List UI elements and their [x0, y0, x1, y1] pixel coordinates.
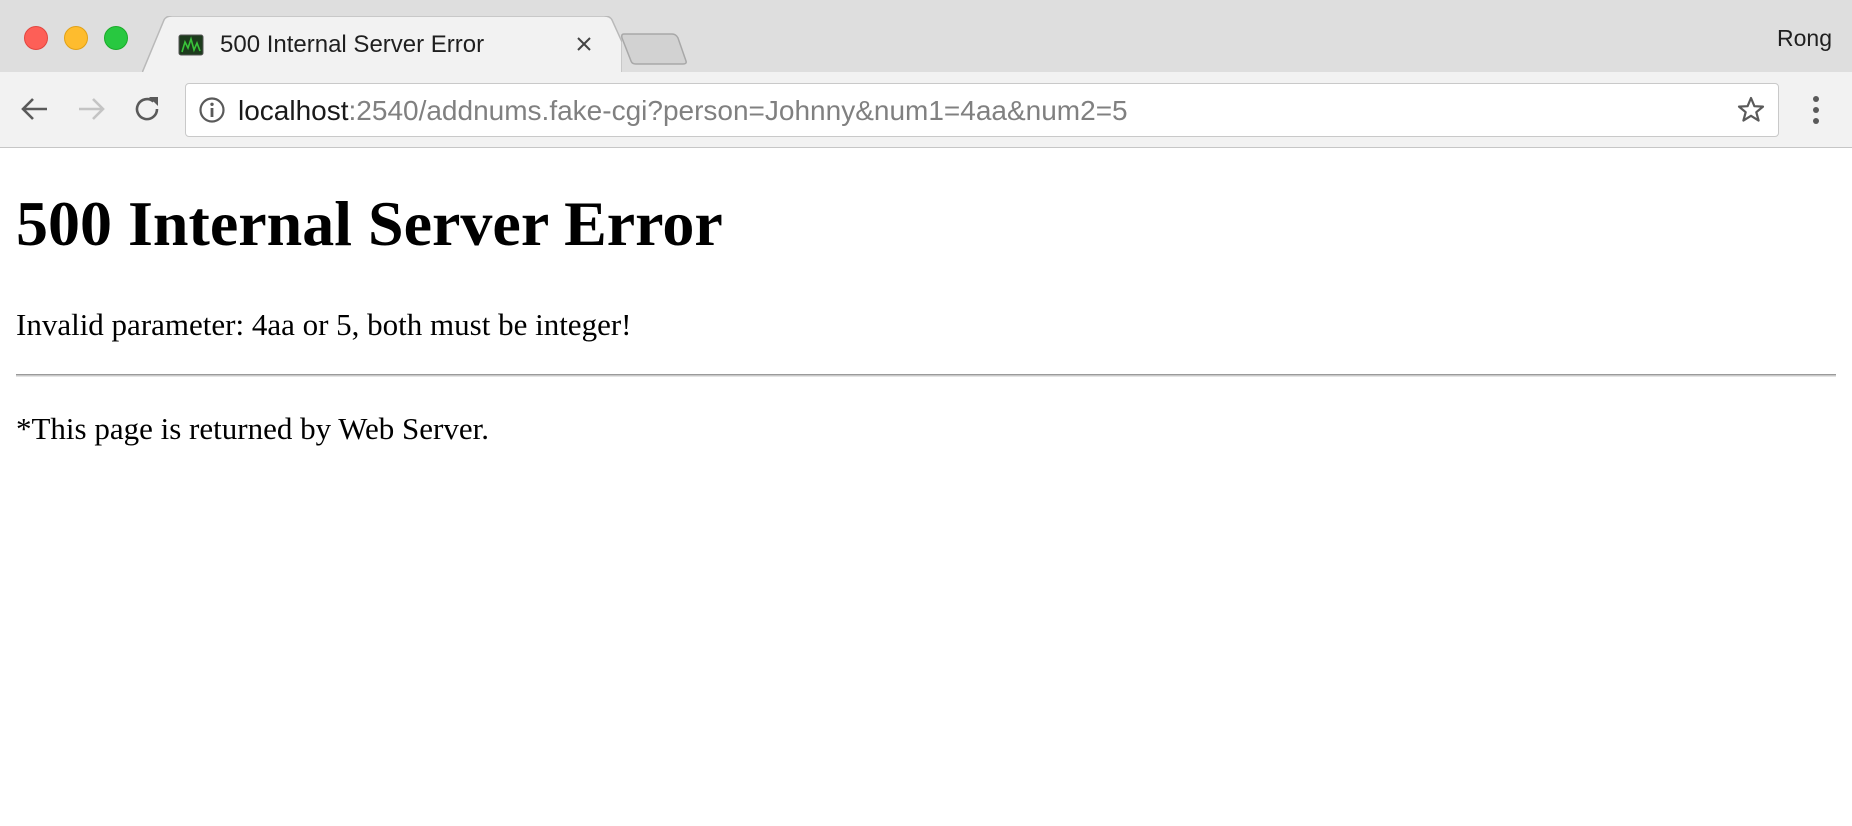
tab-strip: 500 Internal Server Error Rong	[0, 0, 1852, 73]
terminal-icon	[178, 34, 204, 56]
footer-note: *This page is returned by Web Server.	[16, 411, 490, 446]
forward-arrow-icon[interactable]	[72, 90, 110, 128]
address-bar[interactable]: localhost:2540/addnums.fake-cgi?person=J…	[185, 83, 1779, 137]
url-path: :2540/addnums.fake-cgi?person=Johnny&num…	[348, 95, 1128, 126]
horizontal-rule	[16, 374, 1836, 377]
page-content: 500 Internal Server Error Invalid parame…	[0, 149, 1852, 826]
page-title: 500 Internal Server Error	[16, 188, 723, 259]
active-tab[interactable]: 500 Internal Server Error	[142, 16, 622, 73]
menu-kebab-icon[interactable]	[1800, 92, 1832, 128]
window-maximize-button[interactable]	[104, 26, 128, 50]
profile-name[interactable]: Rong	[1777, 25, 1832, 52]
window-close-button[interactable]	[24, 26, 48, 50]
url-text[interactable]: localhost:2540/addnums.fake-cgi?person=J…	[238, 95, 1128, 127]
tab-close-icon[interactable]	[572, 32, 596, 56]
info-icon[interactable]	[198, 96, 226, 124]
tab-title: 500 Internal Server Error	[220, 31, 485, 58]
back-arrow-icon[interactable]	[16, 90, 54, 128]
browser-toolbar: localhost:2540/addnums.fake-cgi?person=J…	[0, 72, 1852, 148]
window-minimize-button[interactable]	[64, 26, 88, 50]
url-host: localhost	[238, 95, 349, 126]
star-icon[interactable]	[1736, 95, 1766, 125]
new-tab-button[interactable]	[618, 30, 688, 66]
reload-icon[interactable]	[129, 90, 167, 128]
error-message: Invalid parameter: 4aa or 5, both must b…	[16, 307, 632, 342]
